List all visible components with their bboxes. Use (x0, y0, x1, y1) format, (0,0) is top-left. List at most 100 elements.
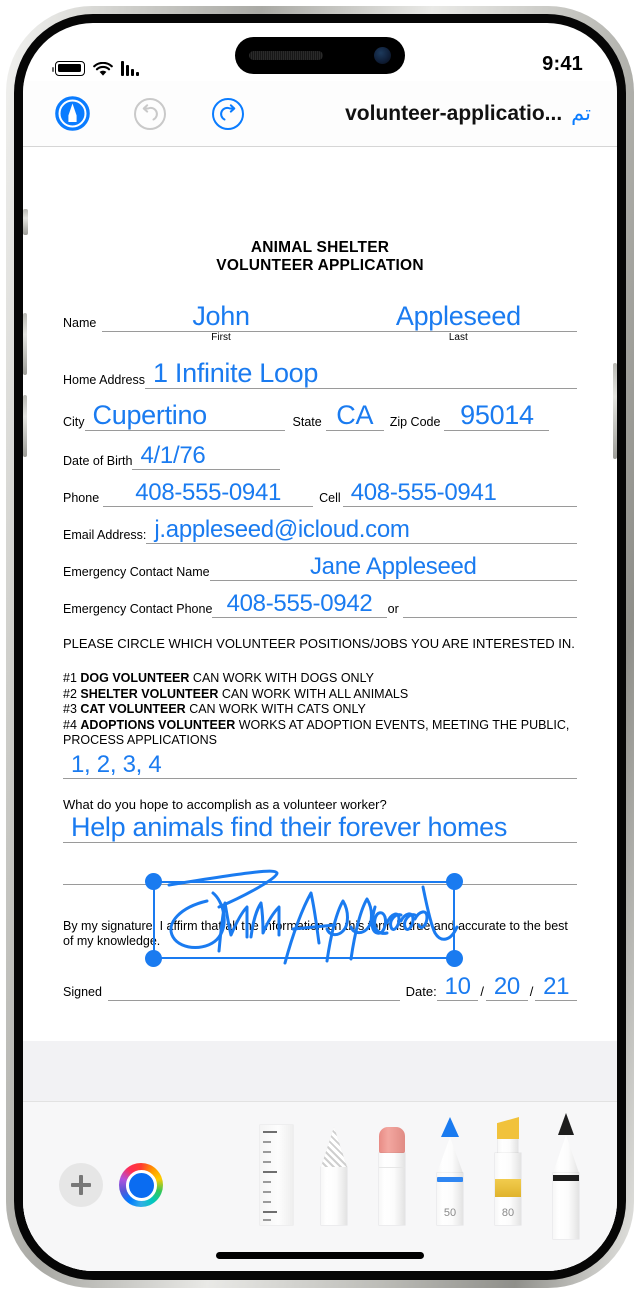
redo-button[interactable] (205, 91, 251, 137)
date-separator: / (480, 983, 485, 999)
power-button[interactable] (613, 363, 617, 459)
job-title: SHELTER VOLUNTEER (80, 686, 219, 701)
highlighter-neck (498, 1139, 518, 1153)
field-row-emergency-name: Emergency Contact Name Jane Appleseed (63, 555, 577, 581)
phone-field[interactable]: 408-555-0941 (103, 481, 314, 507)
job-title: CAT VOLUNTEER (80, 702, 186, 716)
tool-highlighter[interactable]: 80 (493, 1117, 523, 1225)
highlighter-color-band (495, 1179, 521, 1197)
emergency-name-value: Jane Appleseed (309, 553, 477, 580)
cell-field[interactable]: 408-555-0941 (342, 479, 577, 507)
battery-icon (52, 61, 85, 76)
hope-answer-field[interactable]: Help animals find their forever homes (63, 813, 577, 843)
marker-body (553, 1173, 579, 1239)
markup-nav-bar: volunteer-applicatio... تم (23, 81, 617, 147)
date-month-value: 10 (444, 972, 471, 1000)
tool-eraser[interactable] (377, 1127, 407, 1225)
eraser-body (379, 1153, 405, 1225)
phone-frame: 9:41 volunteer-applicatio... تم ANIMAL S… (6, 6, 634, 1288)
city-value: Cupertino (92, 400, 208, 430)
tool-pencil[interactable] (319, 1127, 349, 1225)
emergency-phone-alt-field[interactable] (402, 598, 578, 618)
tools-group: 50 80 (163, 1113, 581, 1239)
signature-ink (167, 869, 459, 965)
date-separator: / (529, 983, 534, 999)
state-field[interactable]: CA (325, 402, 384, 431)
date-month-field[interactable]: 10 (436, 972, 479, 1001)
status-indicators (52, 61, 139, 76)
field-row-phone: Phone 408-555-0941 Cell 408-555-0941 (63, 481, 577, 507)
form-title-line-1: ANIMAL SHELTER (250, 239, 390, 256)
done-button[interactable]: تم (571, 101, 591, 126)
zip-field[interactable]: 95014 (444, 402, 550, 431)
form-title: ANIMAL SHELTER VOLUNTEER APPLICATION (63, 239, 577, 275)
document-page[interactable]: ANIMAL SHELTER VOLUNTEER APPLICATION Nam… (23, 147, 617, 1041)
email-field[interactable]: j.appleseed@icloud.com (146, 518, 577, 544)
selection-handle-top-right[interactable] (446, 873, 463, 890)
highlighter-nib-icon (497, 1117, 519, 1139)
first-sublabel: First (211, 332, 231, 343)
pencil-tip-icon (321, 1127, 347, 1167)
zip-label: Zip Code (389, 415, 441, 429)
marker-nib-icon (558, 1113, 574, 1135)
marker-cone (553, 1135, 579, 1173)
last-name-field[interactable]: Appleseed Last (339, 301, 577, 343)
pen-color-band (437, 1177, 463, 1182)
cell-value: 408-555-0941 (350, 479, 497, 506)
document-title: volunteer-applicatio... (345, 102, 563, 125)
last-name-value: Appleseed (395, 301, 521, 331)
job-description: CAN WORK WITH DOGS ONLY (189, 671, 374, 685)
mute-switch[interactable] (23, 209, 28, 235)
job-item: #3 CAT VOLUNTEER CAN WORK WITH CATS ONLY (63, 702, 577, 718)
jobs-list: #1 DOG VOLUNTEER CAN WORK WITH DOGS ONLY… (63, 671, 577, 749)
city-label: City (63, 415, 85, 429)
emergency-phone-field[interactable]: 408-555-0942 (212, 590, 387, 618)
selection-handle-top-left[interactable] (145, 873, 162, 890)
first-name-value: John (192, 301, 250, 331)
job-item: #1 DOG VOLUNTEER CAN WORK WITH DOGS ONLY (63, 671, 577, 687)
color-picker-button[interactable] (119, 1163, 163, 1207)
date-year-field[interactable]: 21 (535, 972, 577, 1001)
field-row-email: Email Address: j.appleseed@icloud.com (63, 518, 577, 544)
home-address-field[interactable]: 1 Infinite Loop (144, 358, 577, 389)
emergency-phone-value: 408-555-0942 (226, 590, 373, 617)
markup-tool-palette: 50 80 (23, 1101, 617, 1271)
selected-color-swatch (125, 1169, 157, 1201)
field-row-emergency-phone: Emergency Contact Phone 408-555-0942 or (63, 590, 578, 618)
selection-handle-bottom-right[interactable] (446, 950, 463, 967)
job-title: DOG VOLUNTEER (80, 671, 190, 685)
signature-annotation[interactable] (145, 869, 463, 967)
signed-label: Signed (63, 984, 102, 999)
date-day-field[interactable]: 20 (486, 974, 528, 1001)
undo-button[interactable] (127, 91, 173, 137)
markup-toggle-button[interactable] (49, 91, 95, 137)
dob-field[interactable]: 4/1/76 (132, 442, 281, 470)
home-address-value: 1 Infinite Loop (152, 358, 319, 388)
home-indicator[interactable] (216, 1252, 424, 1259)
emergency-name-field[interactable]: Jane Appleseed (209, 553, 577, 581)
cellular-signal-icon (121, 61, 139, 76)
jobs-answer-field[interactable]: 1, 2, 3, 4 (63, 750, 577, 779)
add-annotation-button[interactable] (59, 1163, 103, 1207)
state-label: State (292, 415, 322, 429)
wifi-icon (93, 61, 113, 76)
phone-bezel: 9:41 volunteer-applicatio... تم ANIMAL S… (14, 14, 626, 1280)
selection-handle-bottom-left[interactable] (145, 950, 162, 967)
dob-value: 4/1/76 (140, 442, 206, 469)
job-number: #3 (63, 702, 81, 716)
tool-marker[interactable] (551, 1113, 581, 1239)
volume-down-button[interactable] (23, 395, 27, 457)
tool-pen[interactable]: 50 (435, 1117, 465, 1225)
jobs-answer-value: 1, 2, 3, 4 (71, 750, 162, 778)
plus-icon (70, 1174, 92, 1196)
pen-nib-icon (441, 1117, 459, 1137)
volume-up-button[interactable] (23, 313, 27, 375)
eraser-cap-icon (379, 1127, 405, 1153)
first-name-field[interactable]: John First (102, 301, 340, 343)
undo-arrow-icon (134, 97, 166, 130)
email-label: Email Address: (63, 528, 147, 542)
city-field[interactable]: Cupertino (84, 400, 285, 431)
tool-ruler[interactable] (259, 1125, 293, 1225)
date-year-value: 21 (543, 972, 570, 1000)
signature-line[interactable] (107, 975, 400, 1001)
